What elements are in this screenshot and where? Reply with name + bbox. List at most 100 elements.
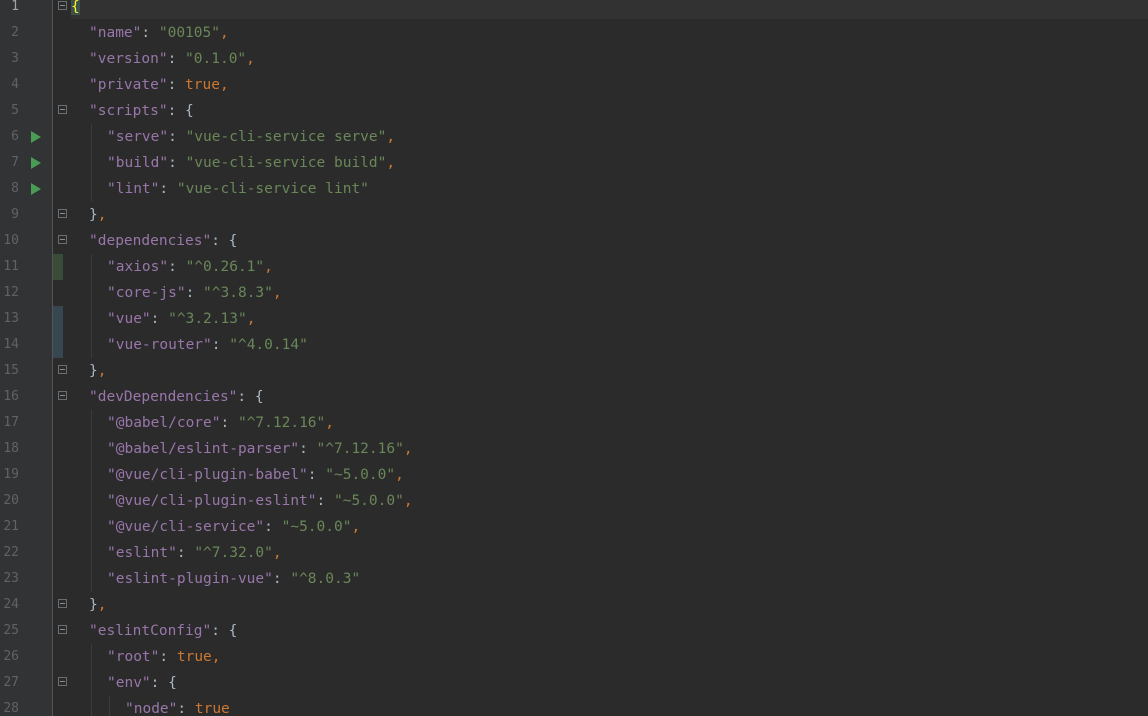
json-key: "node" [125,701,178,716]
json-literal: true [176,649,212,665]
json-key: "vue" [107,311,151,327]
fold-collapse-icon[interactable] [58,391,67,400]
code-line[interactable]: 25 "eslintConfig": { [0,618,1148,644]
code-text[interactable]: "vue-router": "^4.0.14" [107,332,308,358]
indent-guide [91,540,92,566]
code-text[interactable]: "eslint": "^7.32.0", [107,540,282,566]
code-line[interactable]: 28 "node": true [0,696,1148,716]
json-punctuation: : { [211,623,238,639]
modified-change-marker[interactable] [53,332,63,358]
fold-end-icon[interactable] [58,365,67,374]
code-text[interactable]: "build": "vue-cli-service build", [107,150,395,176]
line-number: 27 [3,675,19,690]
code-line[interactable]: 10 "dependencies": { [0,228,1148,254]
code-line[interactable]: 2 "name": "00105", [0,20,1148,46]
fold-end-icon[interactable] [58,209,67,218]
code-line[interactable]: 26 "root": true, [0,644,1148,670]
json-key: "@vue/cli-service" [107,519,265,535]
code-text[interactable]: }, [89,202,106,228]
json-literal: true [185,77,220,93]
code-line[interactable]: 5 "scripts": { [0,98,1148,124]
code-text[interactable]: "serve": "vue-cli-service serve", [107,124,395,150]
code-line[interactable]: 13 "vue": "^3.2.13", [0,306,1148,332]
code-line[interactable]: 8 "lint": "vue-cli-service lint" [0,176,1148,202]
json-punctuation: , [264,259,273,275]
modified-change-marker[interactable] [53,306,63,332]
code-text[interactable]: "env": { [107,670,177,696]
code-line[interactable]: 23 "eslint-plugin-vue": "^8.0.3" [0,566,1148,592]
code-line[interactable]: 11 "axios": "^0.26.1", [0,254,1148,280]
code-text[interactable]: "private": true, [89,72,229,98]
json-key: "eslint" [107,545,177,561]
json-punctuation: } [89,363,98,379]
json-key: "axios" [107,259,169,275]
code-text[interactable]: "version": "0.1.0", [89,46,255,72]
json-punctuation: : { [150,675,177,691]
code-line[interactable]: 19 "@vue/cli-plugin-babel": "~5.0.0", [0,462,1148,488]
json-punctuation: , [246,311,256,327]
code-text[interactable]: { [71,0,80,20]
code-text[interactable]: "eslintConfig": { [89,618,237,644]
fold-end-icon[interactable] [58,599,67,608]
code-line[interactable]: 24}, [0,592,1148,618]
code-text[interactable]: "scripts": { [89,98,194,124]
line-number: 25 [3,623,19,638]
code-line[interactable]: 27 "env": { [0,670,1148,696]
run-script-icon[interactable] [31,183,41,195]
json-key: "serve" [107,129,169,145]
code-text[interactable]: "@vue/cli-service": "~5.0.0", [107,514,360,540]
code-editor[interactable]: 1{2 "name": "00105", 3 "version": "0.1.0", 4… [0,0,1148,716]
code-text[interactable]: "axios": "^0.26.1", [107,254,273,280]
code-text[interactable]: "vue": "^3.2.13", [107,306,255,332]
code-line[interactable]: 7 "build": "vue-cli-service build", [0,150,1148,176]
line-number: 7 [11,155,19,170]
code-line[interactable]: 16 "devDependencies": { [0,384,1148,410]
json-key: "@babel/core" [107,415,221,431]
added-change-marker[interactable] [53,254,63,280]
json-punctuation: , [219,77,229,93]
line-number: 14 [3,337,19,352]
code-text[interactable]: "dependencies": { [89,228,237,254]
code-line[interactable]: 17 "@babel/core": "^7.12.16", [0,410,1148,436]
code-text[interactable]: }, [89,358,106,384]
json-key: "eslintConfig" [89,623,212,639]
json-literal: true [194,701,230,716]
code-line[interactable]: 1{ [0,0,1148,20]
code-text[interactable]: "root": true, [107,644,221,670]
code-text[interactable]: "@babel/eslint-parser": "^7.12.16", [107,436,413,462]
fold-collapse-icon[interactable] [58,1,67,10]
run-script-icon[interactable] [31,157,41,169]
code-text[interactable]: "node": true [125,696,230,716]
code-text[interactable]: }, [89,592,106,618]
code-text[interactable]: "@babel/core": "^7.12.16", [107,410,334,436]
code-text[interactable]: "devDependencies": { [89,384,264,410]
code-line[interactable]: 14 "vue-router": "^4.0.14" [0,332,1148,358]
code-line[interactable]: 12 "core-js": "^3.8.3", [0,280,1148,306]
code-line[interactable]: 4 "private": true, [0,72,1148,98]
fold-collapse-icon[interactable] [58,105,67,114]
code-text[interactable]: "@vue/cli-plugin-babel": "~5.0.0", [107,462,404,488]
code-text[interactable]: "@vue/cli-plugin-eslint": "~5.0.0", [107,488,413,514]
line-number: 11 [3,259,19,274]
run-script-icon[interactable] [31,131,41,143]
code-line[interactable]: 15}, [0,358,1148,384]
code-text[interactable]: "eslint-plugin-vue": "^8.0.3" [107,566,360,592]
code-line[interactable]: 3 "version": "0.1.0", [0,46,1148,72]
code-line[interactable]: 6 "serve": "vue-cli-service serve", [0,124,1148,150]
indent-guide [91,150,92,176]
code-line[interactable]: 21 "@vue/cli-service": "~5.0.0", [0,514,1148,540]
code-text[interactable]: "lint": "vue-cli-service lint" [107,176,369,202]
fold-collapse-icon[interactable] [58,677,67,686]
code-text[interactable]: "core-js": "^3.8.3", [107,280,282,306]
code-line[interactable]: 18 "@babel/eslint-parser": "^7.12.16", [0,436,1148,462]
fold-collapse-icon[interactable] [58,625,67,634]
json-key: "@vue/cli-plugin-eslint" [107,493,317,509]
indent-guide [91,566,92,592]
json-string: "^3.8.3" [203,285,273,301]
indent-guide [91,410,92,436]
code-line[interactable]: 9}, [0,202,1148,228]
code-line[interactable]: 22 "eslint": "^7.32.0", [0,540,1148,566]
code-line[interactable]: 20 "@vue/cli-plugin-eslint": "~5.0.0", [0,488,1148,514]
fold-collapse-icon[interactable] [58,235,67,244]
code-text[interactable]: "name": "00105", [89,20,229,46]
